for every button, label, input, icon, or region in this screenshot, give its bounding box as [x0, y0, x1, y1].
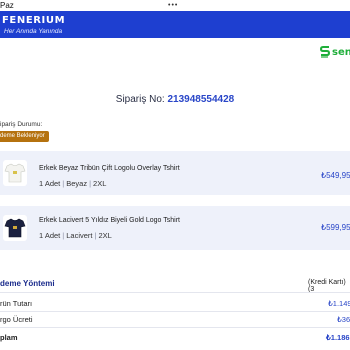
app-header: FENERIUM Her Anında Yanında [0, 11, 350, 38]
product-color: Lacivert [66, 231, 93, 240]
product-quantity: 1 Adet [39, 179, 61, 188]
multitask-dots-icon[interactable]: ••• [168, 0, 178, 11]
order-number: 213948554428 [167, 94, 235, 105]
product-price: ₺599,95 [321, 223, 350, 232]
product-meta: 1 Adet | Beyaz | 2XL [39, 179, 107, 188]
tshirt-icon [4, 163, 26, 183]
brand-logo[interactable]: FENERIUM [2, 15, 65, 26]
payment-method-value: (Kredi Kartı)(3 [308, 279, 346, 293]
product-thumbnail[interactable] [3, 160, 27, 186]
courier-name: sende [332, 46, 350, 58]
brand-slogan: Her Anında Yanında [4, 28, 63, 35]
status-bar: Paz ••• [0, 0, 350, 11]
order-status-badge: deme Bekleniyor [0, 131, 49, 142]
summary-value-subtotal: ₺1.149 [328, 299, 350, 308]
product-thumbnail[interactable] [3, 215, 27, 241]
courier-mark-icon [320, 46, 330, 58]
summary-label-subtotal: rün Tutarı [0, 299, 33, 308]
tshirt-icon [4, 218, 26, 238]
summary-value-shipping: ₺36 [337, 315, 350, 324]
divider [0, 311, 350, 312]
product-quantity: 1 Adet [39, 231, 61, 240]
summary-label-total: plam [0, 333, 18, 342]
status-time: Paz [0, 1, 14, 10]
order-number-line: Sipariş No: 213948554428 [0, 94, 350, 105]
product-price: ₺549,95 [321, 171, 350, 180]
order-item-card[interactable]: Erkek Beyaz Tribün Çift Logolu Overlay T… [0, 151, 350, 195]
order-status-label: ipariş Durumu: [0, 121, 43, 128]
product-color: Beyaz [66, 179, 88, 188]
product-size: 2XL [98, 231, 112, 240]
product-meta: 1 Adet | Lacivert | 2XL [39, 231, 112, 240]
product-name[interactable]: Erkek Beyaz Tribün Çift Logolu Overlay T… [39, 165, 180, 172]
divider [0, 327, 350, 328]
payment-method-title: deme Yöntemi [0, 279, 55, 288]
order-number-label: Sipariş No: [115, 94, 165, 105]
product-name[interactable]: Erkek Lacivert 5 Yıldız Biyeli Gold Logo… [39, 217, 180, 224]
summary-value-total: ₺1.186, [326, 333, 350, 342]
summary-label-shipping: rgo Ücreti [0, 315, 33, 324]
divider [0, 292, 350, 293]
order-item-card[interactable]: Erkek Lacivert 5 Yıldız Biyeli Gold Logo… [0, 206, 350, 250]
courier-logo: sende [320, 46, 350, 58]
product-size: 2XL [93, 179, 107, 188]
